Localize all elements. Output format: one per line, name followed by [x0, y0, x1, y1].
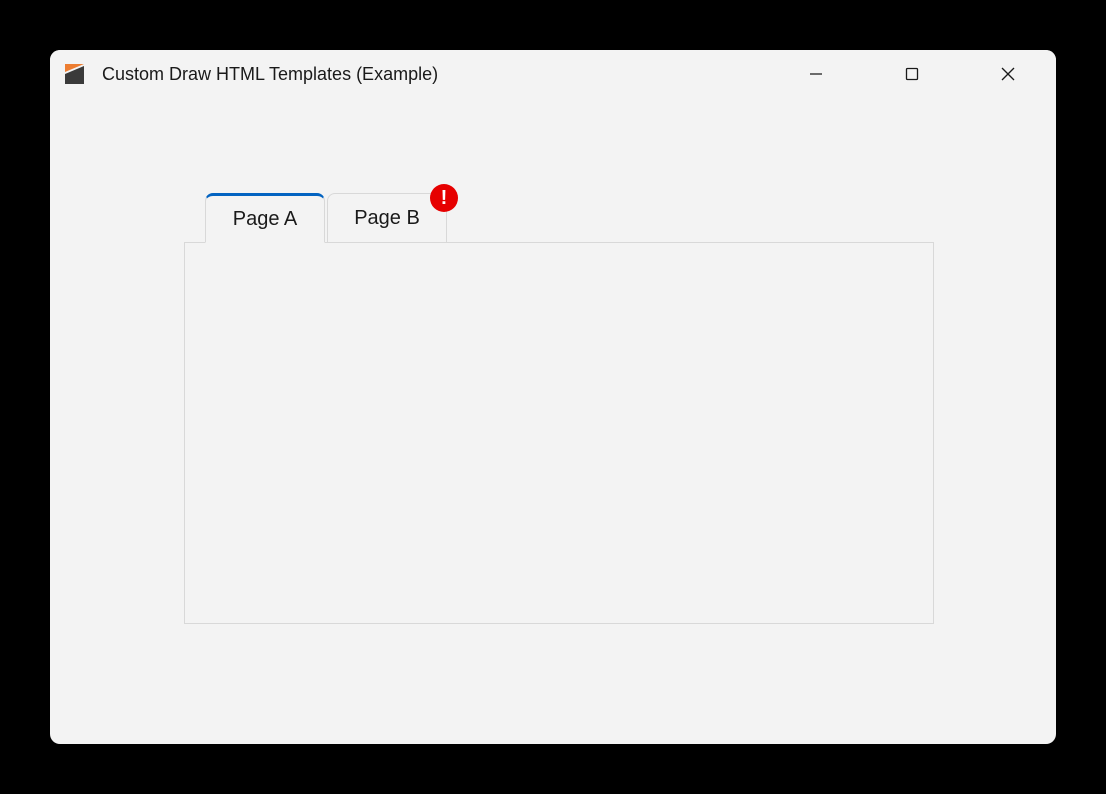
window-title: Custom Draw HTML Templates (Example): [102, 64, 768, 85]
tab-page-a[interactable]: Page A: [205, 193, 325, 243]
close-button[interactable]: [960, 50, 1056, 98]
alert-badge-icon: !: [430, 184, 458, 212]
window: Custom Draw HTML Templates (Example): [50, 50, 1056, 744]
tab-content-area: [184, 242, 934, 624]
app-icon: [64, 63, 86, 85]
client-area: Page A Page B !: [50, 98, 1056, 744]
tab-strip: Page A Page B !: [205, 193, 449, 243]
maximize-button[interactable]: [864, 50, 960, 98]
tab-label: Page B: [354, 207, 420, 230]
title-bar: Custom Draw HTML Templates (Example): [50, 50, 1056, 98]
tab-page-b[interactable]: Page B !: [327, 193, 447, 243]
window-controls: [768, 50, 1056, 98]
tab-label: Page A: [233, 208, 298, 231]
minimize-button[interactable]: [768, 50, 864, 98]
